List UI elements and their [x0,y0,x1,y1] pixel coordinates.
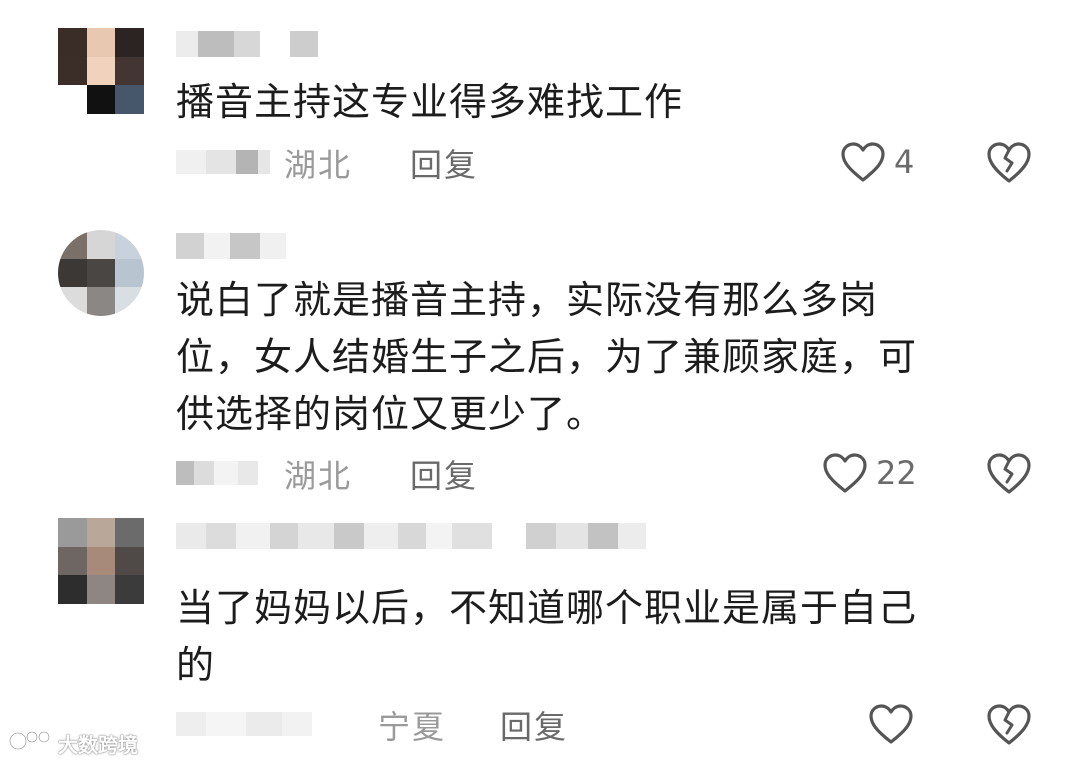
comment-date-blurred [176,150,270,174]
comment-location: 湖北 [284,146,353,184]
comment-text: 说白了就是播音主持，实际没有那么多岗 位，女人结婚生子之后，为了兼顾家庭，可 供… [176,278,918,436]
comment-location: 湖北 [284,457,353,495]
watermark-text: 大数跨境 [58,733,138,757]
like-button[interactable]: 4 [840,138,914,186]
heart-outline-icon [822,452,868,494]
broken-heart-icon [986,140,1032,184]
username-blurred[interactable] [176,522,646,550]
watermark-logo-icon [8,728,54,759]
like-count: 4 [894,143,915,181]
watermark: 大数跨境 [8,728,138,759]
avatar[interactable] [58,28,144,114]
comment-date-blurred [176,712,312,736]
username-blurred[interactable] [176,30,318,58]
dislike-button[interactable] [986,138,1032,186]
broken-heart-icon [986,451,1032,495]
username-blurred[interactable] [176,232,286,260]
reply-button[interactable]: 回复 [410,140,478,186]
like-count: 22 [876,454,917,492]
heart-outline-icon [868,703,914,745]
comment-text: 当了妈妈以后，不知道哪个职业是属于自己 的 [176,586,918,687]
reply-button[interactable]: 回复 [410,451,478,497]
heart-outline-icon [840,141,886,183]
dislike-button[interactable] [986,700,1032,748]
dislike-button[interactable] [986,449,1032,497]
like-button[interactable] [868,700,922,748]
comment-date-blurred [176,461,258,485]
comment-text: 播音主持这专业得多难找工作 [176,80,684,124]
avatar[interactable] [58,230,144,316]
broken-heart-icon [986,702,1032,746]
avatar[interactable] [58,518,144,604]
comment-meta: 宁夏 回复 [0,700,1080,748]
comment-location: 宁夏 [378,708,447,746]
comment-meta: 湖北 回复 22 [0,449,1080,497]
comment-meta: 湖北 回复 4 [0,138,1080,186]
like-button[interactable]: 22 [822,449,917,497]
reply-button[interactable]: 回复 [500,702,568,748]
